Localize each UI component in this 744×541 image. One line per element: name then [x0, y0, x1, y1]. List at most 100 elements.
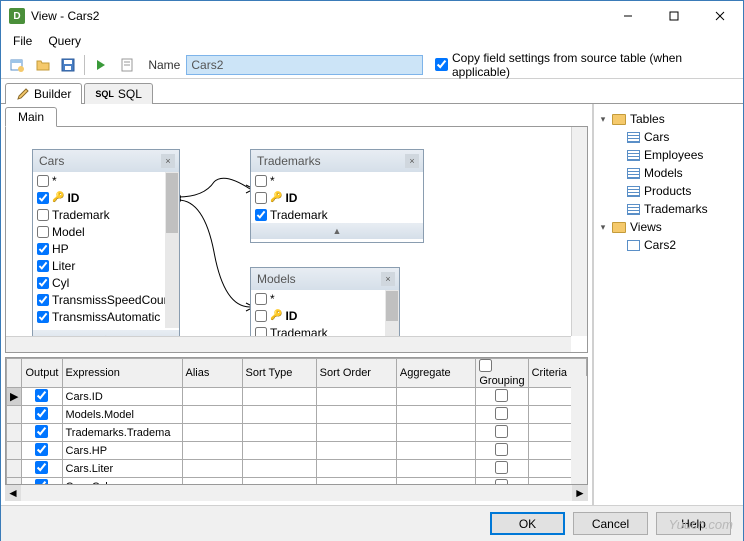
field-row[interactable]: * [33, 172, 179, 189]
table-row[interactable]: Models.Model [7, 406, 587, 424]
field-checkbox[interactable] [255, 293, 267, 305]
row-header[interactable] [7, 460, 22, 478]
field-row[interactable]: 🔑ID [251, 189, 423, 206]
grouping-cell-checkbox[interactable] [495, 479, 508, 486]
close-icon[interactable]: × [161, 154, 175, 168]
help-button[interactable]: Help [656, 512, 731, 535]
grid-header[interactable]: Expression [62, 359, 182, 388]
grouping-cell-checkbox[interactable] [495, 425, 508, 438]
tree-item[interactable]: Models [612, 164, 739, 182]
grid-header[interactable]: Alias [182, 359, 242, 388]
diagram-hscroll[interactable] [6, 336, 571, 352]
field-row[interactable]: TransmissAutomatic [33, 308, 179, 325]
field-row[interactable]: Trademark [33, 206, 179, 223]
tree-item[interactable]: Products [612, 182, 739, 200]
close-button[interactable] [697, 1, 743, 31]
new-view-button[interactable] [5, 53, 29, 77]
chevron-down-icon[interactable]: ▾ [598, 114, 608, 125]
field-checkbox[interactable] [255, 209, 267, 221]
expression-cell[interactable]: Cars.Liter [62, 460, 182, 478]
field-row[interactable]: Model [33, 223, 179, 240]
subtab-main[interactable]: Main [5, 107, 57, 127]
field-checkbox[interactable] [255, 192, 267, 204]
grid-header[interactable]: Sort Order [316, 359, 396, 388]
field-checkbox[interactable] [37, 175, 49, 187]
diagram-vscroll[interactable] [571, 127, 587, 336]
chevron-down-icon[interactable]: ▾ [598, 222, 608, 233]
table-row[interactable]: Cars.HP [7, 442, 587, 460]
maximize-button[interactable] [651, 1, 697, 31]
expression-cell[interactable]: Cars.ID [62, 388, 182, 406]
grid-vscroll[interactable] [571, 376, 587, 484]
name-input[interactable] [186, 55, 423, 75]
field-checkbox[interactable] [37, 243, 49, 255]
grid-header[interactable]: Sort Type [242, 359, 316, 388]
field-checkbox[interactable] [255, 175, 267, 187]
scroll-left-icon[interactable]: ◄ [5, 485, 21, 501]
minimize-button[interactable] [605, 1, 651, 31]
output-checkbox[interactable] [35, 407, 48, 420]
field-checkbox[interactable] [37, 192, 49, 204]
field-row[interactable]: TransmissSpeedCoun [33, 291, 179, 308]
expression-cell[interactable]: Cars.HP [62, 442, 182, 460]
scroll-right-icon[interactable]: ► [572, 485, 588, 501]
field-row[interactable]: * [251, 290, 399, 307]
expression-cell[interactable]: Trademarks.Tradema [62, 424, 182, 442]
output-checkbox[interactable] [35, 479, 48, 486]
row-header[interactable] [7, 442, 22, 460]
grid-header[interactable]: Grouping [476, 359, 528, 388]
tree-item[interactable]: Cars [612, 128, 739, 146]
tree-tables[interactable]: ▾ Tables [598, 110, 739, 128]
ok-button[interactable]: OK [490, 512, 565, 535]
table-footer[interactable]: ▲ [251, 223, 423, 239]
expression-cell[interactable]: Models.Model [62, 406, 182, 424]
table-row[interactable]: Trademarks.Tradema [7, 424, 587, 442]
row-header[interactable]: ▶ [7, 388, 22, 406]
table-row[interactable]: ▶ Cars.ID [7, 388, 587, 406]
save-button[interactable] [56, 53, 80, 77]
table-row[interactable]: Cars.Liter [7, 460, 587, 478]
menu-file[interactable]: File [5, 32, 40, 50]
close-icon[interactable]: × [405, 154, 419, 168]
grouping-cell-checkbox[interactable] [495, 461, 508, 474]
field-row[interactable]: HP [33, 240, 179, 257]
diagram-area[interactable]: Cars× *🔑IDTrademarkModelHPLiterCylTransm… [5, 126, 588, 353]
field-checkbox[interactable] [255, 310, 267, 322]
tab-sql[interactable]: SQL SQL [84, 83, 153, 104]
output-checkbox[interactable] [35, 389, 48, 402]
grouping-cell-checkbox[interactable] [495, 443, 508, 456]
tree-item[interactable]: Cars2 [612, 236, 739, 254]
run-button[interactable] [89, 53, 113, 77]
copy-settings-checkbox[interactable]: Copy field settings from source table (w… [435, 51, 739, 79]
field-checkbox[interactable] [37, 294, 49, 306]
grouping-checkbox[interactable] [479, 359, 492, 372]
output-checkbox[interactable] [35, 461, 48, 474]
row-header[interactable] [7, 424, 22, 442]
close-icon[interactable]: × [381, 272, 395, 286]
grid-hscroll[interactable]: ◄ ► [5, 485, 588, 501]
scrollbar[interactable] [385, 290, 399, 338]
grouping-cell-checkbox[interactable] [495, 407, 508, 420]
field-checkbox[interactable] [37, 226, 49, 238]
field-row[interactable]: 🔑ID [33, 189, 179, 206]
tree-item[interactable]: Trademarks [612, 200, 739, 218]
grid-header[interactable]: Output [22, 359, 62, 388]
script-button[interactable] [115, 53, 139, 77]
grouping-cell-checkbox[interactable] [495, 389, 508, 402]
field-row[interactable]: 🔑ID [251, 307, 399, 324]
output-checkbox[interactable] [35, 425, 48, 438]
grid-header[interactable]: Aggregate [396, 359, 475, 388]
copy-settings-check-input[interactable] [435, 58, 448, 71]
open-button[interactable] [31, 53, 55, 77]
field-checkbox[interactable] [37, 277, 49, 289]
diagram-table-cars[interactable]: Cars× *🔑IDTrademarkModelHPLiterCylTransm… [32, 149, 180, 345]
field-checkbox[interactable] [37, 311, 49, 323]
expression-cell[interactable]: Cars.Cyl [62, 478, 182, 486]
cancel-button[interactable]: Cancel [573, 512, 648, 535]
field-row[interactable]: Cyl [33, 274, 179, 291]
field-row[interactable]: Trademark [251, 206, 423, 223]
field-checkbox[interactable] [37, 260, 49, 272]
row-header[interactable] [7, 406, 22, 424]
field-row[interactable]: * [251, 172, 423, 189]
tree-item[interactable]: Employees [612, 146, 739, 164]
